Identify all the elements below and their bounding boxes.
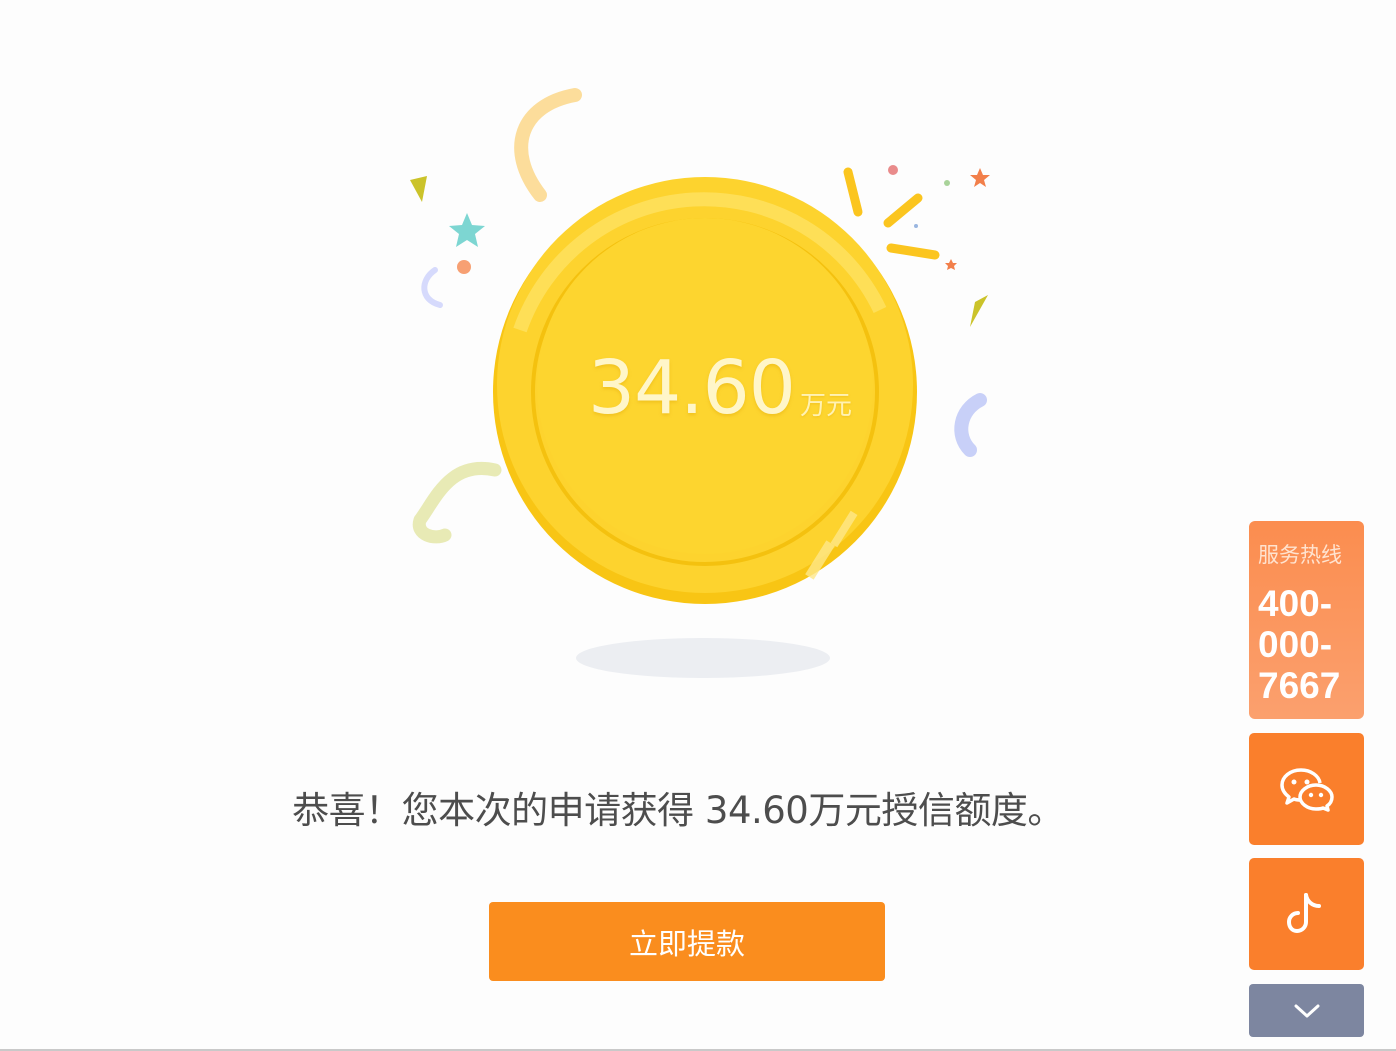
congratulations-message: 恭喜！您本次的申请获得 34.60万元授信额度。 [292,789,1064,832]
result-page: 34.60 万元 恭喜！您本次的申请获得 34.60万元授信额度。 立即提款 服… [0,0,1396,1051]
hotline-number-line: 7667 [1258,665,1341,706]
withdraw-now-button[interactable]: 立即提款 [489,902,885,981]
hotline-number: 400- 000- 7667 [1258,583,1340,706]
tiktok-button[interactable] [1249,858,1364,970]
chevron-down-icon [1294,1004,1319,1017]
service-hotline-panel[interactable]: 服务热线 400- 000- 7667 [1249,521,1364,719]
hotline-number-line: 400- [1258,583,1333,624]
wechat-button[interactable] [1249,733,1364,845]
collapse-sidebar-button[interactable] [1249,984,1364,1037]
hotline-number-line: 000- [1258,624,1333,665]
hotline-label: 服务热线 [1258,543,1342,567]
tiktok-icon [1286,893,1321,934]
credit-amount-unit: 万元 [800,391,853,421]
coin-illustration: 34.60 万元 [360,80,1040,700]
wechat-icon [1279,768,1334,812]
credit-amount-value: 34.60 [588,345,796,431]
